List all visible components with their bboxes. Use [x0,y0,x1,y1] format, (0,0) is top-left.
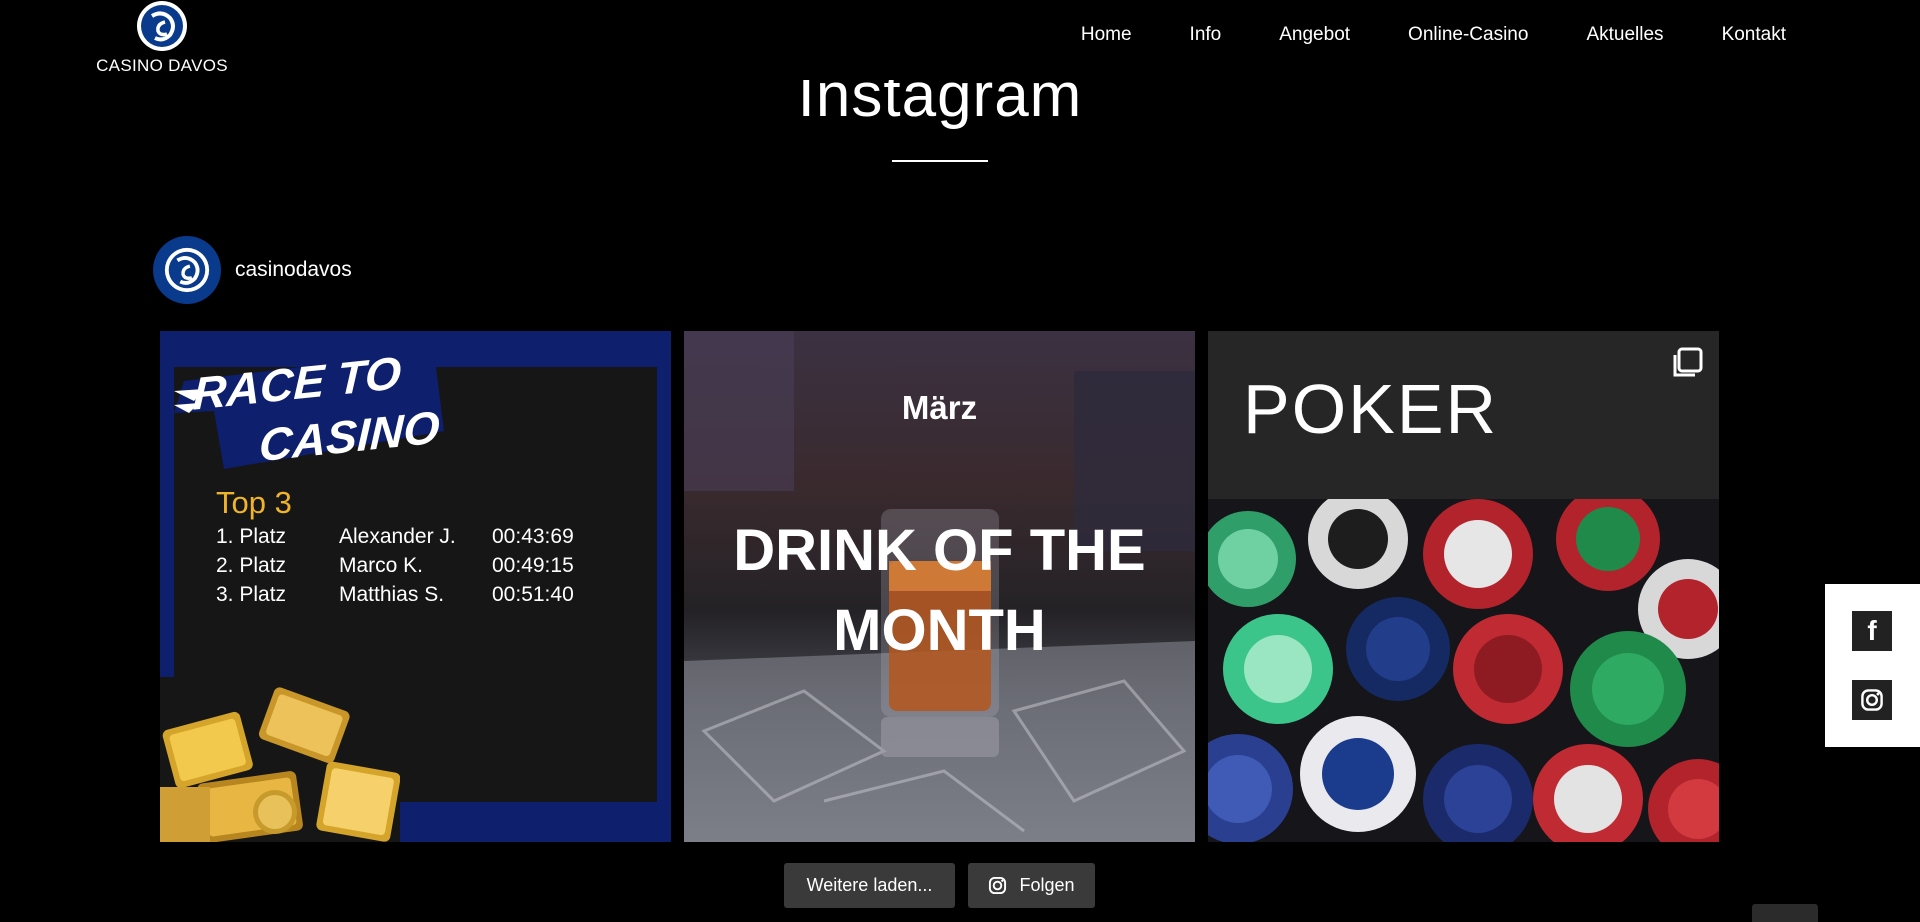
nav-item-kontakt[interactable]: Kontakt [1722,24,1786,46]
ranking-row: 3. Platz Matthias S. 00:51:40 [216,583,574,612]
ranking-name: Matthias S. [339,583,445,606]
ranking-name: Alexander J. [339,525,456,548]
instagram-icon [989,876,1007,895]
avatar-logo-icon [164,247,210,293]
ranking-row: 1. Platz Alexander J. 00:43:69 [216,525,574,554]
site-header: CASINO DAVOS Home Info Angebot Online-Ca… [0,0,1920,80]
ranking-name: Marco K. [339,554,424,577]
poker-headline: POKER [1243,370,1499,448]
nav-item-info[interactable]: Info [1190,24,1222,46]
instagram-post-drink-of-the-month[interactable]: März DRINK OF THE MONTH [684,331,1195,842]
page: CASINO DAVOS Home Info Angebot Online-Ca… [0,0,1920,922]
instagram-icon [1861,689,1883,711]
main-nav: Home Info Angebot Online-Casino Aktuelle… [1023,24,1786,46]
avatar [153,236,221,304]
follow-button[interactable]: Folgen [968,863,1095,908]
ranking-time: 00:43:69 [492,525,574,548]
instagram-profile[interactable]: casinodavos [153,236,352,304]
nav-item-aktuelles[interactable]: Aktuelles [1586,24,1663,46]
nav-item-angebot[interactable]: Angebot [1279,24,1350,46]
ranking-place: 2. Platz [216,554,287,577]
casino-davos-logo[interactable]: CASINO DAVOS [92,0,232,80]
social-sidebar: f [1825,584,1920,747]
ranking-time: 00:49:15 [492,554,574,577]
title-divider [892,160,988,162]
logo-text: CASINO DAVOS [96,56,228,75]
instagram-link[interactable] [1852,680,1892,720]
ranking-row: 2. Platz Marco K. 00:49:15 [216,554,574,583]
facebook-link[interactable]: f [1852,611,1892,651]
gold-bars-image [160,677,400,842]
follow-label: Folgen [1019,875,1075,895]
nav-item-online-casino[interactable]: Online-Casino [1408,24,1528,46]
drink-month-label: März [901,389,978,426]
poker-chips-image [1208,499,1719,842]
nav-item-home[interactable]: Home [1081,24,1132,46]
top3-label: Top 3 [216,485,292,520]
ranking-time: 00:51:40 [492,583,574,606]
instagram-post-poker[interactable]: POKER [1208,331,1719,842]
drink-headline: DRINK OF THE MONTH [733,518,1146,663]
carousel-icon [1673,347,1703,377]
ranking-place: 3. Platz [216,583,287,606]
scroll-to-top-button[interactable] [1752,904,1818,922]
ranking-table: 1. Platz Alexander J. 00:43:69 2. Platz … [216,525,574,612]
instagram-post-race-to-casino[interactable]: RACE TO CASINO Top 3 1. Platz Alexander … [160,331,671,842]
logo-mark-icon [137,1,187,51]
profile-username[interactable]: casinodavos [235,258,352,282]
load-more-button[interactable]: Weitere laden... [784,863,955,908]
ranking-place: 1. Platz [216,525,287,548]
facebook-icon: f [1867,615,1877,646]
